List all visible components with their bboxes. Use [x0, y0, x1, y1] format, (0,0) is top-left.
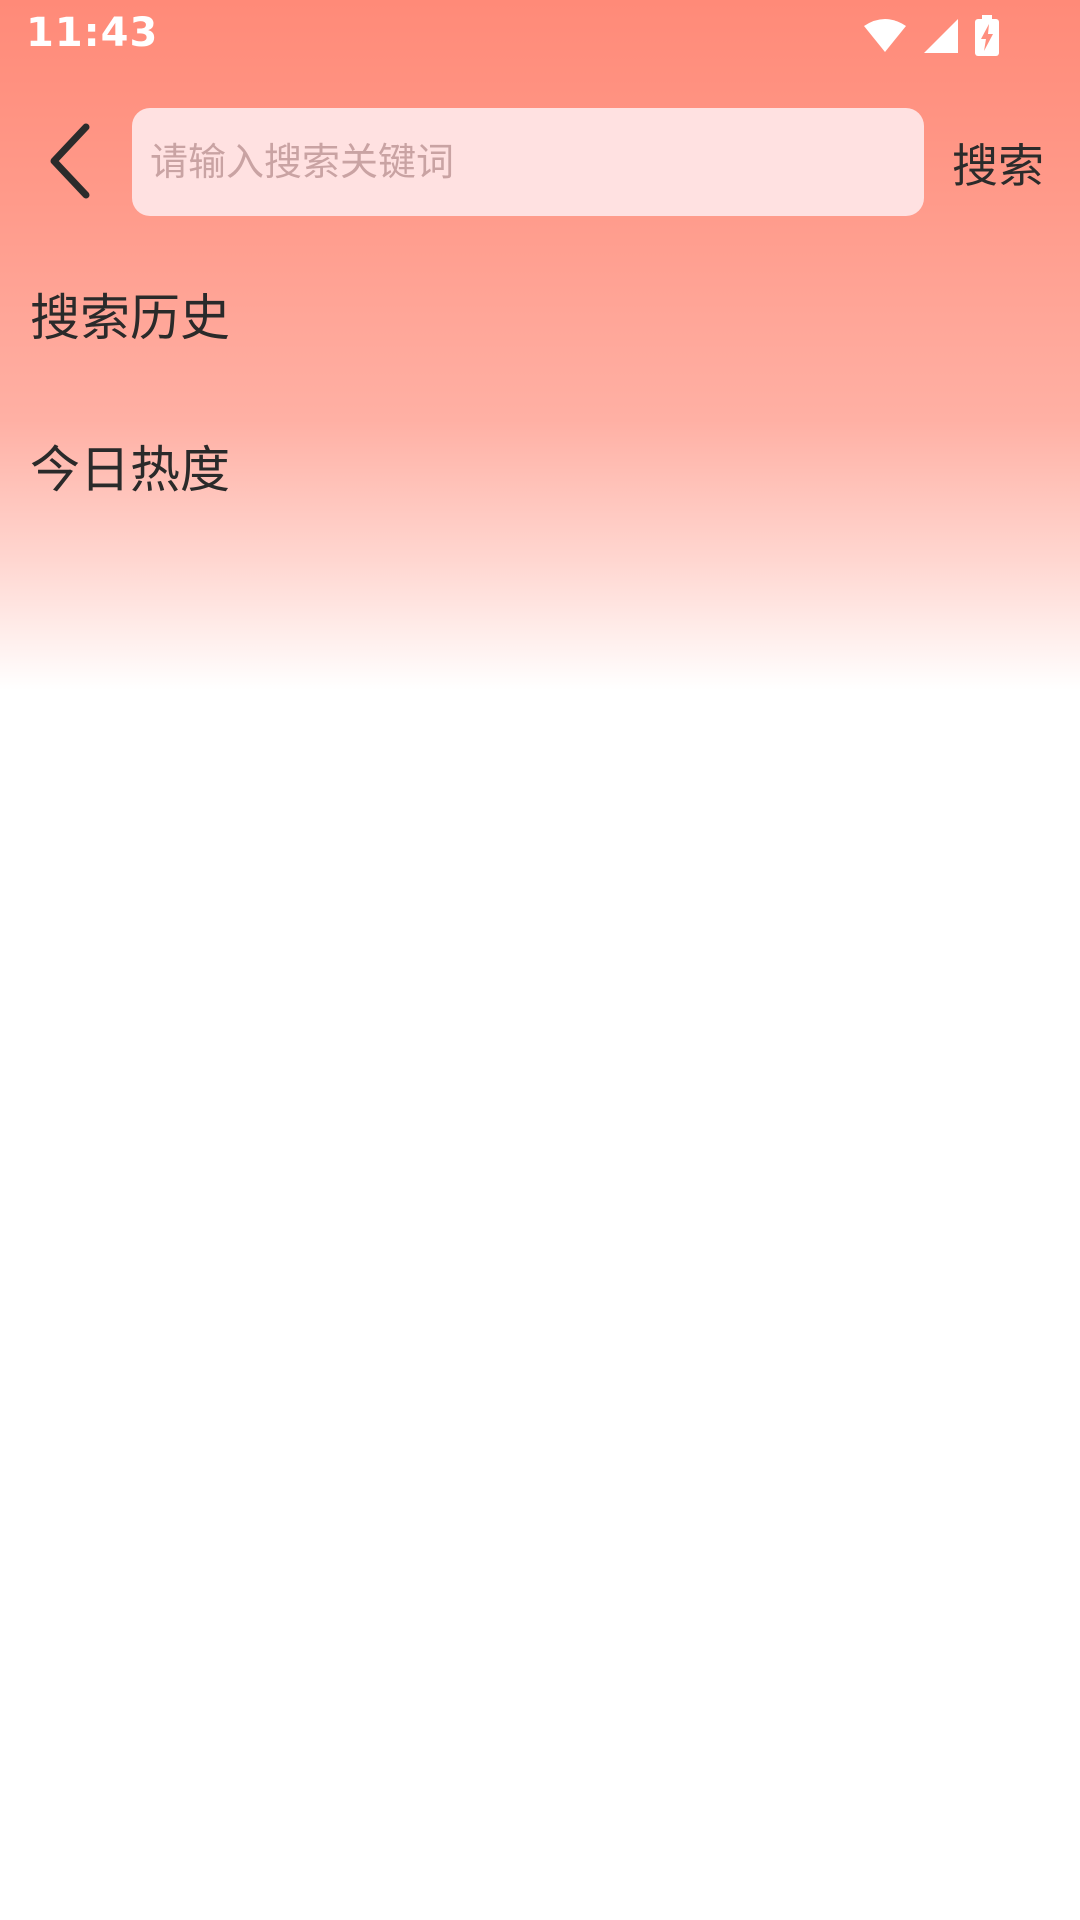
- search-box: [132, 108, 924, 216]
- status-icons: [862, 14, 1000, 58]
- status-time: 11:43: [26, 10, 159, 56]
- chevron-left-icon: [48, 123, 92, 203]
- status-bar: 11:43: [0, 0, 1080, 72]
- back-button[interactable]: [30, 118, 110, 208]
- search-header: 搜索: [0, 104, 1080, 220]
- search-screen: 11:43 请输入搜索关键词 搜索 搜索历史 今日热度: [0, 0, 1080, 1920]
- cellular-signal-icon: [922, 17, 960, 55]
- search-input[interactable]: [150, 108, 924, 216]
- wifi-icon: [862, 18, 908, 54]
- search-button[interactable]: 搜索: [952, 130, 1044, 194]
- today-hot-title: 今日热度: [30, 441, 230, 499]
- search-history-title: 搜索历史: [30, 289, 230, 347]
- battery-charging-icon: [974, 15, 1000, 57]
